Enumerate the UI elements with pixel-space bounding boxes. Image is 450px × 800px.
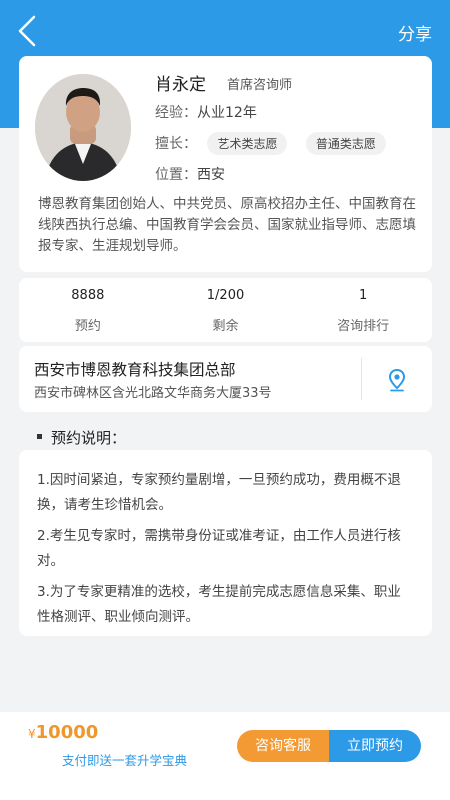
note-item: 1.因时间紧迫，专家预约量剧增，一旦预约成功，费用概不退换，请考生珍惜机会。	[37, 472, 401, 513]
stat-value: 1	[359, 288, 368, 303]
stat-value: 1/200	[206, 288, 245, 303]
back-button[interactable]	[14, 14, 42, 48]
notes-card: 1.因时间紧迫，专家预约量剧增，一旦预约成功，费用概不退换，请考生珍惜机会。 2…	[19, 450, 432, 636]
avatar	[35, 74, 131, 181]
stats-card: 8888 预约 1/200 剩余 1 咨询排行	[19, 278, 432, 342]
expert-profile-card: 肖永定 首席咨询师 经验：从业12年 擅长： 艺术类志愿 普通类志愿 位置：西安…	[19, 56, 432, 272]
location-row: 位置：西安	[155, 164, 225, 184]
consult-service-button[interactable]: 咨询客服	[237, 730, 329, 762]
notes-heading: 预约说明：	[37, 427, 126, 448]
map-location-button[interactable]	[387, 368, 407, 392]
expert-name: 肖永定	[155, 75, 206, 95]
address-line: 西安市碑林区含光北路文华商务大厦33号	[34, 386, 272, 401]
notes-title: 预约说明：	[51, 429, 127, 447]
specialty-tag: 艺术类志愿	[207, 132, 288, 155]
price: ¥10000	[28, 722, 98, 743]
book-now-button[interactable]: 立即预约	[329, 730, 421, 762]
chevron-left-icon	[18, 15, 36, 47]
specialty-label: 擅长：	[155, 136, 197, 152]
avatar-photo	[35, 74, 131, 181]
stat-label: 剩余	[212, 319, 239, 334]
specialty-row: 擅长： 艺术类志愿 普通类志愿	[155, 132, 386, 155]
bottom-action-bar: ¥10000 支付即送一套升学宝典 咨询客服 立即预约	[0, 712, 450, 800]
stat-appointments: 8888 预约	[19, 278, 157, 342]
divider	[361, 358, 362, 400]
stat-label: 预约	[74, 319, 101, 334]
experience-row: 经验：从业12年	[155, 102, 257, 122]
stat-value: 8888	[71, 288, 105, 303]
stat-remaining: 1/200 剩余	[157, 278, 295, 342]
stat-label: 咨询排行	[337, 319, 390, 334]
stat-ranking: 1 咨询排行	[294, 278, 432, 342]
note-item: 3.为了专家更精准的选校，考生提前完成志愿信息采集、职业性格测评、职业倾向测评。	[37, 584, 401, 625]
location-label: 位置：	[155, 167, 197, 183]
location-pin-icon	[388, 368, 406, 392]
specialty-tag: 普通类志愿	[305, 132, 386, 155]
experience-label: 经验：	[155, 105, 197, 121]
bullet-square-icon	[37, 434, 42, 439]
expert-bio: 博恩教育集团创始人、中共党员、原高校招办主任、中国教育在线陕西执行总编、中国教育…	[38, 196, 416, 254]
organization-name: 西安市博恩教育科技集团总部	[34, 361, 236, 379]
experience-value: 从业12年	[197, 105, 257, 121]
expert-title: 首席咨询师	[227, 78, 293, 93]
address-card: 西安市博恩教育科技集团总部 西安市碑林区含光北路文华商务大厦33号	[19, 346, 432, 412]
note-item: 2.考生见专家时，需携带身份证或准考证，由工作人员进行核对。	[37, 528, 401, 569]
gift-note: 支付即送一套升学宝典	[62, 753, 188, 768]
price-value: 10000	[35, 722, 99, 743]
share-button[interactable]: 分享	[398, 20, 432, 45]
currency-symbol: ¥	[28, 727, 36, 741]
location-value: 西安	[197, 167, 225, 183]
